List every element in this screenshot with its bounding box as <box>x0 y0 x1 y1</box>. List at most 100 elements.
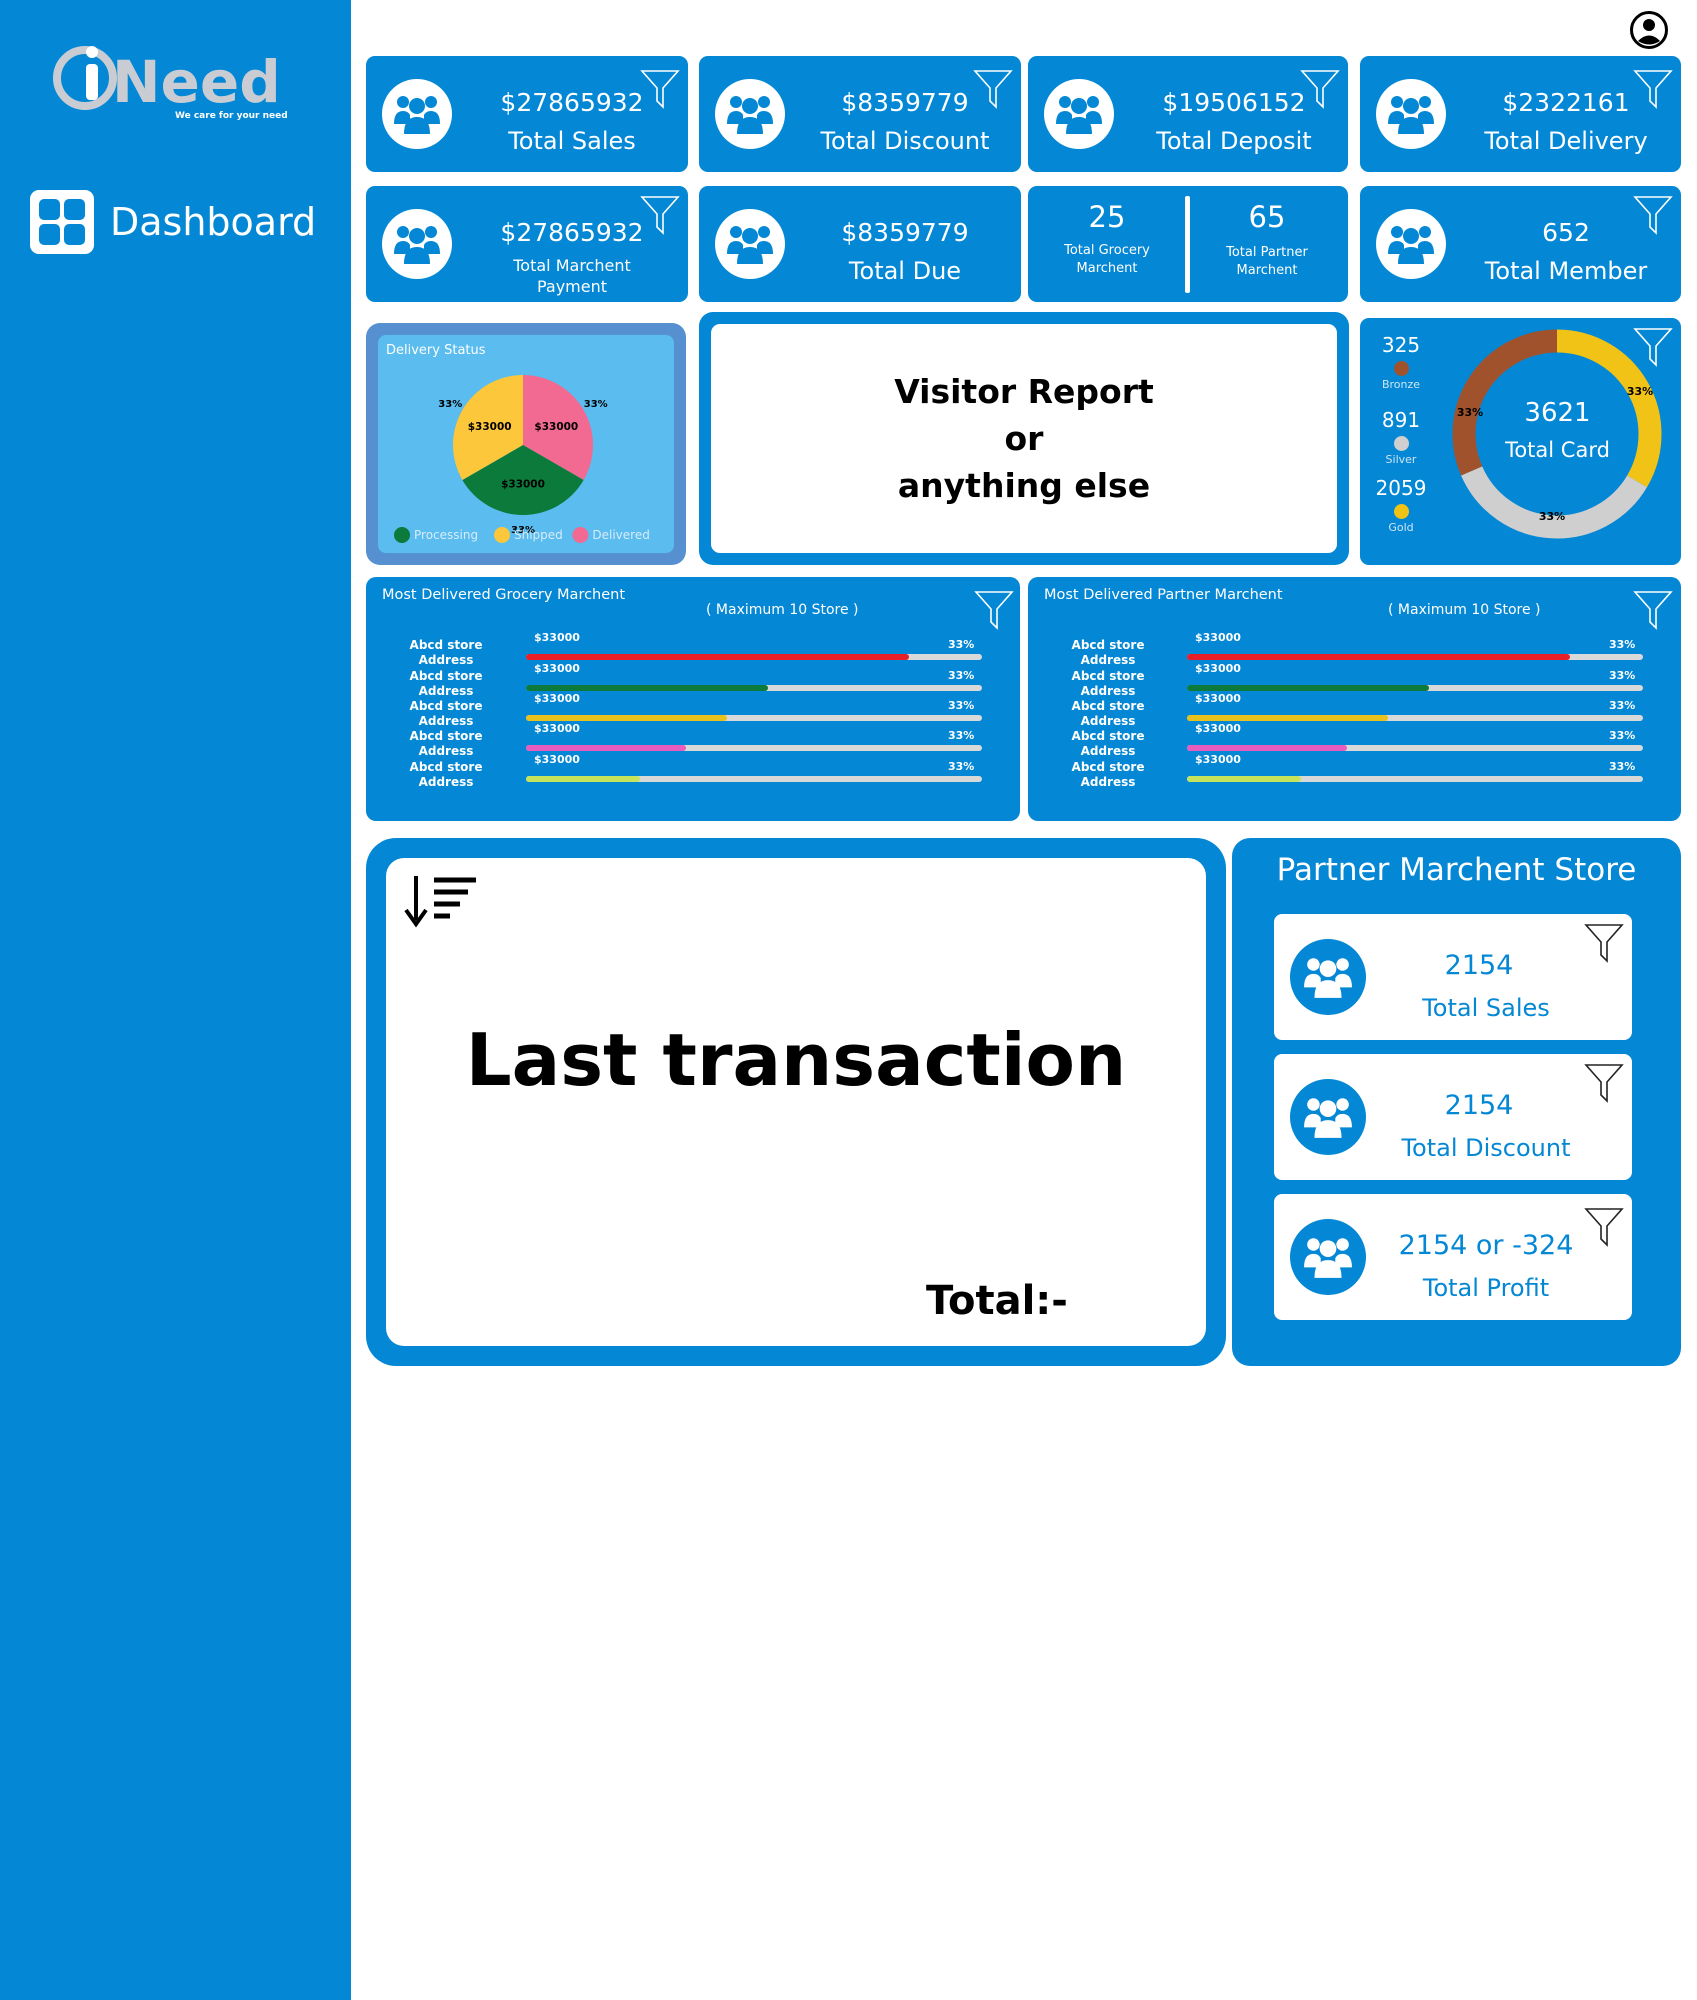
stat-card-total-deposit[interactable]: $19506152 Total Deposit <box>1028 56 1348 172</box>
bar-amount-label: $33000 <box>1195 692 1241 705</box>
panel-title: Partner Marchent Store <box>1276 852 1637 888</box>
store-address: Address <box>1080 775 1136 789</box>
stat-card-total-member[interactable]: 652 Total Member <box>1360 186 1681 302</box>
store-title: Abcd store <box>1071 760 1145 774</box>
delivery-pie-chart: $3300033%$3300033%$3300033%Processing Shi… <box>394 375 650 543</box>
bar-fill <box>1187 685 1429 691</box>
stat-card-merchant-payment[interactable]: $27865932 Total Marchent Payment <box>366 186 688 302</box>
bar-fill <box>1187 745 1347 751</box>
dashboard-grid-icon <box>30 190 94 254</box>
delivery-status-panel: Delivery Status $33000 33% $33000 33% $33000… <box>366 323 686 565</box>
store-name: Abcd store Address <box>366 699 526 729</box>
bar-track <box>526 654 982 660</box>
stat-value: 2154 <box>1444 1090 1514 1121</box>
visitor-line3: anything else <box>897 466 1151 505</box>
sidebar-item-dashboard[interactable]: Dashboard <box>30 190 340 254</box>
store-title: Abcd store <box>409 760 483 774</box>
bar-track <box>1187 776 1643 782</box>
filter-icon[interactable] <box>1633 589 1673 631</box>
stat-label: Total Card <box>1505 438 1610 462</box>
bar-amount-label: $33000 <box>534 753 580 766</box>
store-title: Abcd store <box>409 669 483 683</box>
bar-pct-label: 33% <box>948 729 975 742</box>
sidebar: Need We care for your need Dashboard <box>0 0 351 2000</box>
legend-swatch <box>572 527 589 543</box>
stat-label: Total Discount <box>820 127 990 155</box>
pie-pct-label: 33% <box>438 399 462 410</box>
stat-value: 2154 <box>1444 950 1514 981</box>
stat-value: $27865932 <box>500 88 644 117</box>
user-circle-icon[interactable] <box>1629 10 1669 50</box>
bar-fill <box>1187 654 1571 660</box>
stat-card-total-delivery[interactable]: $2322161 Total Delivery <box>1360 56 1681 172</box>
partner-stat-total-sales[interactable]: 2154 Total Sales <box>1274 914 1632 1040</box>
partner-stat-total-profit[interactable]: 2154 or -324 Total Profit <box>1274 1194 1632 1320</box>
store-address: Address <box>1080 684 1136 698</box>
store-title: Abcd store <box>1071 699 1145 713</box>
stat-label: Total Discount <box>1401 1134 1571 1162</box>
users-icon <box>382 79 452 149</box>
stat-card-merchant-counts[interactable]: 25 Total Grocery Marchent 65 Total Partn… <box>1028 186 1348 302</box>
store-address: Address <box>1080 744 1136 758</box>
bar-track <box>526 685 982 691</box>
stat-label: Total Profit <box>1422 1274 1550 1302</box>
store-title: Abcd store <box>409 729 483 743</box>
visitor-line2: or <box>1004 419 1044 458</box>
sort-descending-icon[interactable] <box>404 872 480 928</box>
stat-label: Total Due <box>848 257 962 285</box>
stat-value: 25 <box>1088 200 1126 234</box>
stat-label-line2: Payment <box>536 277 608 296</box>
filter-icon[interactable] <box>974 589 1014 631</box>
bar-pct-label: 33% <box>948 638 975 651</box>
stat-label: Total Member <box>1484 257 1648 285</box>
bar-pct-label: 33% <box>1609 760 1636 773</box>
stat-label-line2: Marchent <box>1236 263 1298 278</box>
store-title: Abcd store <box>1071 638 1145 652</box>
grocery-merchant-panel: Most Delivered Grocery Marchent ( Maximu… <box>366 577 1020 821</box>
filter-icon[interactable] <box>1584 1062 1624 1104</box>
visitor-report-panel: Visitor Report or anything else <box>699 312 1349 565</box>
brand-logo[interactable]: Need We care for your need <box>50 30 300 130</box>
stat-label-line1: Total Grocery <box>1064 243 1150 258</box>
store-name: Abcd store Address <box>1028 699 1188 729</box>
filter-icon[interactable] <box>1584 922 1624 964</box>
store-title: Abcd store <box>1071 729 1145 743</box>
users-icon <box>382 209 452 279</box>
panel-title: Most Delivered Partner Marchent <box>1044 587 1283 603</box>
store-name: Abcd store Address <box>1028 760 1188 790</box>
visitor-line1: Visitor Report <box>894 372 1154 411</box>
stat-label: Total Sales <box>508 127 636 155</box>
store-name: Abcd store Address <box>1028 638 1188 668</box>
stat-value: $8359779 <box>841 88 969 117</box>
legend-label: Delivered <box>592 528 649 542</box>
filter-icon[interactable] <box>1584 1206 1624 1248</box>
bar-pct-label: 33% <box>1609 699 1636 712</box>
stat-label: Total Deposit <box>1156 127 1312 155</box>
store-name: Abcd store Address <box>366 760 526 790</box>
stat-card-total-due[interactable]: $8359779 Total Due <box>699 186 1021 302</box>
partner-merchant-panel: Most Delivered Partner Marchent ( Maximu… <box>1028 577 1681 821</box>
bar-amount-label: $33000 <box>1195 753 1241 766</box>
store-name: Abcd store Address <box>366 638 526 668</box>
partner-stat-total-discount[interactable]: 2154 Total Discount <box>1274 1054 1632 1180</box>
partner-merchant-count: 65 Total Partner Marchent <box>1192 200 1342 280</box>
users-icon <box>715 79 785 149</box>
bar-fill <box>526 776 640 782</box>
bar-pct-label: 33% <box>948 699 975 712</box>
users-icon <box>1376 79 1446 149</box>
legend-swatch <box>394 527 410 543</box>
stat-label-line1: Total Marchent <box>513 256 631 275</box>
stat-card-total-sales[interactable]: $27865932 Total Sales <box>366 56 688 172</box>
bar-pct-label: 33% <box>948 669 975 682</box>
store-address: Address <box>418 653 474 667</box>
stat-value: $2322161 <box>1502 88 1630 117</box>
users-icon <box>715 209 785 279</box>
stat-label-line1: Total Partner <box>1226 245 1308 260</box>
bar-track <box>1187 745 1643 751</box>
card-summary-panel: 325 Bronze 891 Silver 2059 Gold 33% 33% 33… <box>1360 318 1681 565</box>
stat-card-total-discount[interactable]: $8359779 Total Discount <box>699 56 1021 172</box>
brand-tagline: We care for your need <box>175 111 288 121</box>
stat-value: 2154 or -324 <box>1398 1230 1574 1261</box>
stat-value: 65 <box>1248 200 1286 234</box>
bar-fill <box>526 685 768 691</box>
